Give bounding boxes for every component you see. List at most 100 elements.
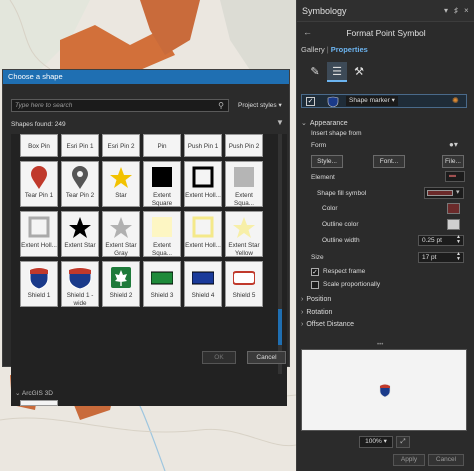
respect-frame-checkbox[interactable]: ✓ [311, 268, 319, 276]
symbol-layer-row[interactable]: ✓ Shape marker ▾ ✺ [301, 94, 467, 108]
shape-tile-extent-hollow[interactable]: Extent Holl... [184, 161, 222, 207]
filter-icon[interactable]: ▼ [276, 118, 284, 127]
layer-type-dropdown[interactable]: Shape marker ▾ [346, 96, 398, 106]
shape-tile-extent-star-yellow[interactable]: Extent Star Yellow [225, 211, 263, 257]
spinner-arrows-icon[interactable]: ▲ ▼ [456, 235, 461, 245]
tab-properties[interactable]: Properties [331, 45, 368, 54]
pane-cancel-button[interactable]: Cancel [428, 454, 464, 466]
chevron-down-icon: ▾ [456, 189, 460, 196]
symbol-toolbar: ✎ ☰ ⚒ [305, 62, 465, 82]
shape-tile-extent-hollow-gray[interactable]: Extent Holl... [20, 211, 58, 257]
tab-gallery[interactable]: Gallery [301, 45, 325, 54]
shape-tile-shield-3[interactable]: Shield 3 [143, 261, 181, 307]
shape-tile-esri-pin-1[interactable]: Esri Pin 1 [61, 134, 99, 157]
shape-tile-label: Esri Pin 2 [107, 143, 135, 150]
fit-preview-icon[interactable]: ⤢ [396, 436, 410, 448]
shape-tile-label: Tear Pin 2 [65, 192, 95, 199]
section-label: Offset Distance [306, 321, 355, 328]
shape-tile-label: Extent Square [151, 192, 173, 207]
fill-swatch [427, 190, 453, 196]
scale-proportionally-label: Scale proportionally [323, 281, 381, 288]
outline-color-swatch[interactable] [447, 219, 460, 230]
group-label: ArcGIS 3D [21, 390, 53, 397]
shape-tile-star[interactable]: Star [102, 161, 140, 207]
size-input[interactable]: 17 pt ▲ ▼ [418, 252, 464, 263]
pin-icon[interactable]: ♯ [454, 0, 458, 22]
cancel-button[interactable]: Cancel [247, 351, 286, 364]
shape-search-input[interactable] [12, 100, 207, 111]
splitter-handle[interactable]: ••• [377, 342, 383, 348]
outline-width-input[interactable]: 0.25 pt ▲ ▼ [418, 235, 464, 246]
search-icon[interactable]: ⚲ [218, 101, 224, 110]
shape-tile-label: Extent Holl... [185, 192, 221, 199]
chevron-down-icon[interactable]: ▾ [444, 0, 448, 22]
shape-tile-extent-hollow-yellow[interactable]: Extent Holl... [184, 211, 222, 257]
section-appearance[interactable]: ⌄ Appearance [301, 119, 348, 127]
shape-tile-extent-square-yellow[interactable]: Extent Squa... [143, 211, 181, 257]
shape-tile-tear-pin-2[interactable]: Tear Pin 2 [61, 161, 99, 207]
layers-icon[interactable]: ☰ [327, 62, 347, 82]
shape-tile-tear-pin-1[interactable]: Tear Pin 1 [20, 161, 58, 207]
zoom-dropdown[interactable]: 100% ▾ [359, 436, 393, 448]
layer-options-icon[interactable]: ✺ [452, 96, 459, 105]
shape-tile-box-pin[interactable]: Box Pin [20, 134, 58, 157]
chevron-right-icon: › [301, 309, 304, 316]
form-picker-icon[interactable]: ●▾ [449, 140, 458, 149]
apply-button[interactable]: Apply [393, 454, 425, 466]
zoom-value: 100% [365, 438, 382, 445]
scale-proportionally-checkbox[interactable] [311, 281, 319, 289]
pane-header-title: Symbology [302, 6, 347, 16]
section-position[interactable]: › Position [301, 296, 331, 303]
shape-tile-label: Shield 4 [191, 292, 215, 299]
scrollbar-thumb[interactable] [278, 309, 282, 345]
spinner-arrows-icon[interactable]: ▲ ▼ [456, 252, 461, 262]
wrench-icon[interactable]: ⚒ [349, 62, 369, 82]
shape-tile-shield-1-wide[interactable]: Shield 1 - wide [61, 261, 99, 307]
ok-button[interactable]: OK [202, 351, 236, 364]
style-button[interactable]: Style... [311, 155, 343, 168]
styles-dropdown[interactable]: Project styles ▾ [235, 99, 285, 112]
shape-search-box[interactable]: ⚲ [11, 99, 229, 112]
shape-tile-label: Tear Pin 1 [24, 192, 54, 199]
section-rotation[interactable]: › Rotation [301, 309, 332, 316]
shape-tile-push-pin-1[interactable]: Push Pin 1 [184, 134, 222, 157]
outline-color-label: Outline color [322, 221, 359, 228]
shape-tile-partial[interactable] [20, 400, 58, 406]
shape-tile-esri-pin-2[interactable]: Esri Pin 2 [102, 134, 140, 157]
shape-tile-label: Box Pin [28, 143, 50, 150]
layer-visible-checkbox[interactable]: ✓ [306, 97, 315, 106]
respect-frame-label: Respect frame [323, 268, 366, 275]
shape-tile-label: Push Pin 2 [228, 143, 260, 150]
color-swatch[interactable] [447, 203, 460, 214]
shape-tile-shield-1[interactable]: Shield 1 [20, 261, 58, 307]
close-icon[interactable]: × [464, 0, 469, 22]
star-pale-yellow-icon [226, 212, 262, 244]
group-header-arcgis-3d[interactable]: ⌄ ArcGIS 3D [15, 389, 53, 397]
section-offset-distance[interactable]: › Offset Distance [301, 321, 354, 328]
shape-tile-extent-star-gray[interactable]: Extent Star Gray [102, 211, 140, 257]
pencil-icon[interactable]: ✎ [305, 62, 325, 82]
blue-rectangle-shield-icon [185, 262, 221, 294]
shape-tile-shield-5[interactable]: Shield 5 [225, 261, 263, 307]
chevron-down-icon: ⌄ [301, 120, 307, 127]
element-dropdown[interactable]: ▬ [445, 171, 465, 182]
shape-tile-push-pin-2[interactable]: Push Pin 2 [225, 134, 263, 157]
font-button[interactable]: Font... [373, 155, 405, 168]
interstate-shield-icon [21, 262, 57, 294]
shape-tile-extent-square[interactable]: Extent Square [143, 161, 181, 207]
hollow-gray-square-icon [21, 212, 57, 244]
shape-tile-label: Extent Star [64, 242, 96, 249]
shape-tile-label: Extent Holl... [185, 242, 221, 249]
format-title: Format Point Symbol [346, 28, 426, 38]
shape-tile-extent-square-gray[interactable]: Extent Squa... [225, 161, 263, 207]
tab-separator: | [326, 45, 329, 54]
shape-tile-extent-star[interactable]: Extent Star [61, 211, 99, 257]
section-label: Appearance [309, 120, 348, 127]
file-button[interactable]: File... [442, 155, 464, 168]
shape-tile-label: Extent Star Yellow [228, 242, 260, 257]
shape-tile-shield-2[interactable]: Shield 2 [102, 261, 140, 307]
shape-tile-pin[interactable]: Pin [143, 134, 181, 157]
gallery-scrollbar[interactable] [278, 134, 282, 374]
shape-tile-shield-4[interactable]: Shield 4 [184, 261, 222, 307]
shape-fill-dropdown[interactable]: ▾ [424, 187, 464, 199]
